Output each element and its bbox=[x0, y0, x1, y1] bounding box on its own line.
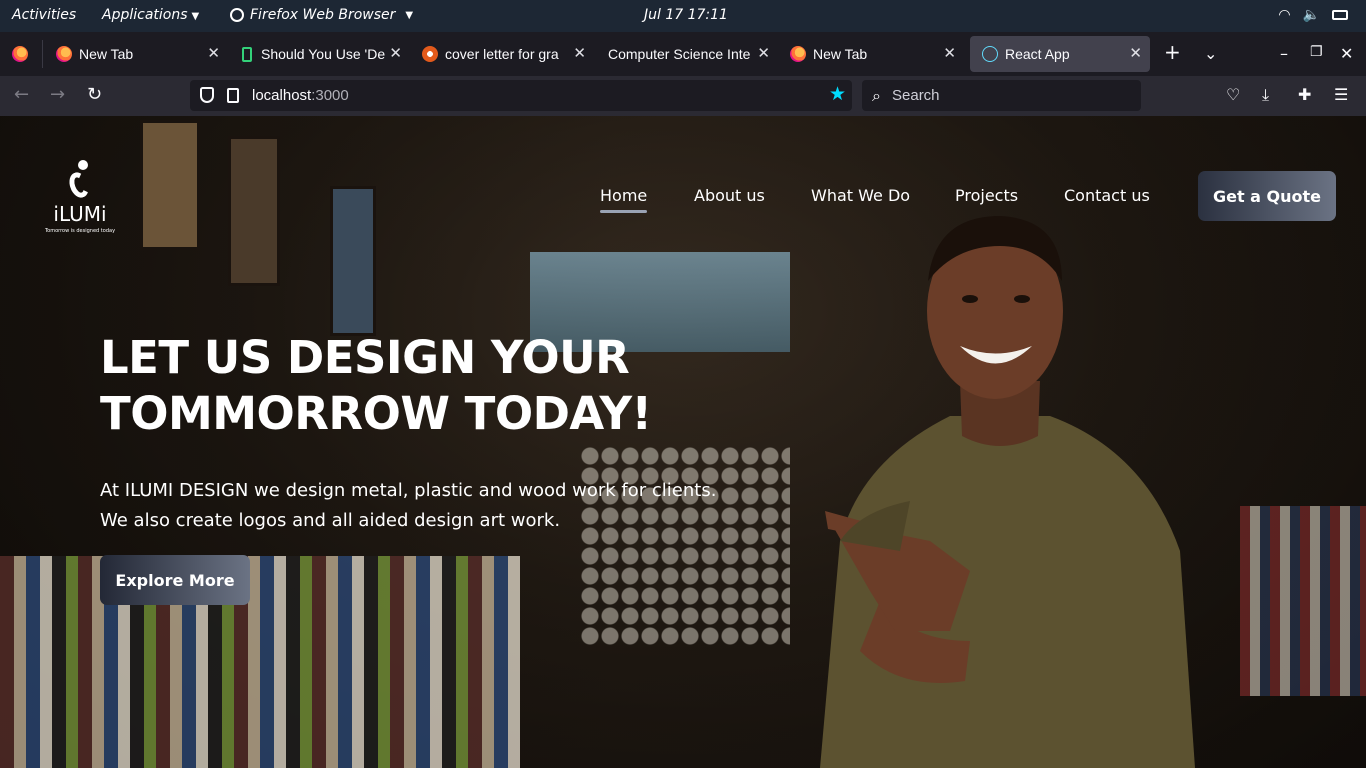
bookmark-star-icon[interactable]: ★ bbox=[829, 83, 846, 105]
applications-menu[interactable]: Applications ▼ bbox=[102, 7, 199, 23]
react-icon bbox=[982, 46, 998, 62]
page-info-icon[interactable] bbox=[227, 88, 239, 103]
close-icon[interactable]: ✕ bbox=[943, 44, 956, 62]
tab-cover-letter[interactable]: cover letter for gra ✕ bbox=[410, 36, 594, 72]
active-app-menu[interactable]: Firefox Web Browser ▼ bbox=[230, 7, 413, 23]
tab-label: New Tab bbox=[813, 46, 868, 62]
search-icon: ⌕ bbox=[872, 86, 881, 105]
system-tray[interactable]: ◠ 🔈 bbox=[1278, 7, 1348, 23]
explore-more-button[interactable]: Explore More bbox=[100, 555, 250, 605]
forward-icon[interactable]: → bbox=[50, 84, 65, 105]
tab-label: cover letter for gra bbox=[445, 46, 559, 62]
volume-icon: 🔈 bbox=[1302, 7, 1320, 23]
nav-about-us[interactable]: About us bbox=[694, 186, 765, 205]
nav-what-we-do[interactable]: What We Do bbox=[811, 186, 910, 205]
downloads-icon[interactable]: ⤓ bbox=[1262, 85, 1269, 105]
extensions-icon[interactable]: ✚ bbox=[1298, 85, 1311, 104]
navigation-toolbar: ← → ↻ localhost:3000 ★ ⌕ ♡ ⤓ ✚ ☰ bbox=[0, 76, 1366, 116]
get-a-quote-button[interactable]: Get a Quote bbox=[1198, 171, 1336, 221]
close-icon[interactable]: ✕ bbox=[1129, 44, 1142, 62]
list-all-tabs-icon[interactable]: ⌄ bbox=[1204, 44, 1217, 63]
menu-icon[interactable]: ☰ bbox=[1334, 85, 1348, 104]
web-page: iLUMi Tomorrow is designed today Home Ab… bbox=[0, 116, 1366, 768]
clock[interactable]: Jul 17 17:11 bbox=[644, 7, 728, 23]
logo-tagline: Tomorrow is designed today bbox=[44, 228, 116, 234]
wifi-icon: ◠ bbox=[1278, 7, 1291, 23]
hero-person-image bbox=[820, 216, 1195, 768]
tab-computer-science[interactable]: Computer Science Inte ✕ bbox=[594, 36, 778, 72]
firefox-icon bbox=[790, 46, 806, 62]
hero-title-line-2: TOMMORROW TODAY! bbox=[100, 387, 652, 440]
search-input[interactable] bbox=[892, 85, 1122, 106]
hero-title: LET US DESIGN YOUR TOMMORROW TODAY! bbox=[100, 330, 740, 442]
tab-new-tab-2[interactable]: New Tab ✕ bbox=[778, 36, 964, 72]
caret-down-icon: ▼ bbox=[191, 11, 200, 22]
clothing-rack bbox=[1240, 506, 1366, 696]
url-text[interactable]: localhost:3000 bbox=[252, 87, 349, 104]
grammarly-icon bbox=[422, 46, 438, 62]
tab-separator bbox=[42, 40, 43, 68]
close-window-icon[interactable]: ✕ bbox=[1340, 44, 1353, 63]
url-port: :3000 bbox=[311, 87, 349, 104]
tab-label: Computer Science Inte bbox=[608, 46, 751, 62]
shield-icon[interactable] bbox=[200, 87, 214, 103]
new-tab-button[interactable]: + bbox=[1164, 40, 1181, 64]
document-icon bbox=[242, 46, 252, 62]
maximize-icon[interactable]: ❐ bbox=[1310, 44, 1323, 60]
hero-title-line-1: LET US DESIGN YOUR bbox=[100, 331, 630, 384]
active-app-label: Firefox Web Browser bbox=[250, 7, 396, 23]
close-icon[interactable]: ✕ bbox=[573, 44, 586, 62]
tab-label: React App bbox=[1005, 46, 1070, 62]
close-icon[interactable]: ✕ bbox=[207, 44, 220, 62]
nav-contact-us[interactable]: Contact us bbox=[1064, 186, 1150, 205]
url-host: localhost bbox=[252, 87, 312, 104]
reload-icon[interactable]: ↻ bbox=[87, 84, 102, 105]
tab-new-tab-1[interactable]: New Tab ✕ bbox=[44, 36, 228, 72]
system-top-bar: Activities Applications ▼ Firefox Web Bro… bbox=[0, 0, 1366, 32]
close-icon[interactable]: ✕ bbox=[389, 44, 402, 62]
firefox-icon bbox=[230, 8, 244, 22]
applications-label: Applications bbox=[102, 7, 188, 23]
tab-strip: New Tab ✕ Should You Use 'De ✕ cover let… bbox=[0, 32, 1366, 76]
firefox-view-icon[interactable] bbox=[12, 46, 28, 62]
minimize-icon[interactable]: – bbox=[1280, 44, 1288, 63]
search-bar[interactable]: ⌕ bbox=[862, 80, 1141, 111]
nav-projects[interactable]: Projects bbox=[955, 186, 1018, 205]
tab-label: New Tab bbox=[79, 46, 134, 62]
hero-subtitle: At ILUMI DESIGN we design metal, plastic… bbox=[100, 480, 717, 531]
tab-should-you-use[interactable]: Should You Use 'De ✕ bbox=[228, 36, 410, 72]
wall-picture bbox=[140, 120, 200, 250]
pocket-icon[interactable]: ♡ bbox=[1226, 85, 1240, 104]
nav-home[interactable]: Home bbox=[600, 186, 648, 213]
tab-label: Should You Use 'De bbox=[261, 46, 386, 62]
firefox-icon bbox=[56, 46, 72, 62]
tab-react-app[interactable]: React App ✕ bbox=[970, 36, 1150, 72]
address-bar[interactable]: localhost:3000 ★ bbox=[190, 80, 852, 111]
activities-button[interactable]: Activities bbox=[12, 7, 76, 23]
close-icon[interactable]: ✕ bbox=[757, 44, 770, 62]
battery-icon bbox=[1332, 10, 1348, 20]
back-icon[interactable]: ← bbox=[14, 84, 29, 105]
caret-down-icon: ▼ bbox=[405, 9, 414, 21]
clothing-rack bbox=[0, 556, 520, 768]
